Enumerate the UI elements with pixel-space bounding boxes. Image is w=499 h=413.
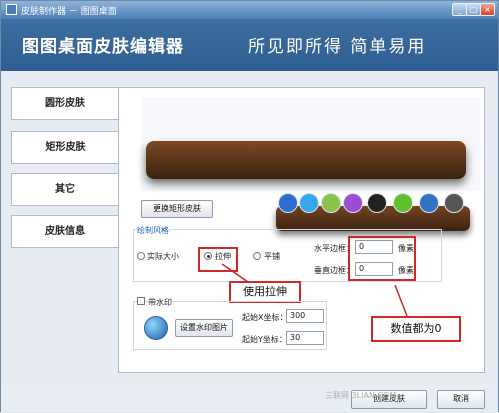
watermark-checkbox[interactable] (137, 297, 145, 305)
sidebar-item-other[interactable]: 其它 (11, 173, 119, 206)
app-icon (6, 4, 17, 15)
dock-icon-penguin (367, 193, 387, 213)
dock-icon-green (321, 193, 341, 213)
footer-bar: 创建皮肤 取消 (1, 383, 498, 412)
maximize-icon[interactable]: □ (466, 3, 481, 16)
sidebar-item-skin-info[interactable]: 皮肤信息 (11, 215, 119, 248)
title-bar: 皮肤制作器 － 图图桌面 _ □ × (1, 1, 498, 19)
draw-style-label: 绘制风格 (137, 225, 169, 236)
site-watermark: 三联网 3LIAN.COM (325, 391, 397, 400)
banner-title: 图图桌面皮肤编辑器 (22, 37, 184, 57)
x-coordinate-label: 起始X坐标： (242, 313, 288, 322)
skin-preview-large (146, 141, 466, 179)
window-title: 皮肤制作器 － 图图桌面 (21, 7, 117, 17)
x-coordinate-input[interactable]: 300 (286, 309, 324, 323)
banner-slogan: 所见即所得 简单易用 (248, 37, 427, 57)
actual-size-radio[interactable] (137, 252, 145, 260)
replace-skin-button[interactable]: 更换矩形皮肤 (141, 200, 213, 218)
close-icon[interactable]: × (480, 3, 495, 16)
dock-icon-word (419, 193, 439, 213)
watermark-checkbox-label: 带水印 (148, 297, 172, 308)
app-window: 皮肤制作器 － 图图桌面 _ □ × 图图桌面皮肤编辑器 所见即所得 简单易用 … (0, 0, 499, 412)
header-banner: 图图桌面皮肤编辑器 所见即所得 简单易用 (1, 19, 498, 71)
dock-icon-purple (343, 193, 363, 213)
actual-size-label: 实际大小 (147, 252, 179, 261)
sidebar-item-rectangle-skin[interactable]: 矩形皮肤 (11, 131, 119, 164)
dock-icons (276, 193, 470, 218)
minimize-icon[interactable]: _ (452, 3, 467, 16)
values-callout: 数值都为0 (371, 316, 461, 342)
y-coordinate-input[interactable]: 30 (286, 331, 324, 345)
tile-label: 平铺 (264, 252, 280, 261)
dock-icon-camera (444, 193, 464, 213)
stretch-callout: 使用拉伸 (229, 281, 301, 303)
stretch-highlight (198, 247, 238, 272)
dock-icon-sky (299, 193, 319, 213)
border-values-highlight (348, 236, 416, 281)
set-watermark-button[interactable]: 设置水印图片 (175, 319, 233, 337)
tile-radio[interactable] (253, 252, 261, 260)
dock-icon-leaf (393, 193, 413, 213)
dock-icon-blue (278, 193, 298, 213)
y-coordinate-label: 起始Y坐标： (242, 335, 287, 344)
watermark-image-icon (144, 316, 168, 340)
cancel-button[interactable]: 取消 (437, 390, 485, 409)
sidebar-item-round-skin[interactable]: 圆形皮肤 (11, 87, 119, 120)
